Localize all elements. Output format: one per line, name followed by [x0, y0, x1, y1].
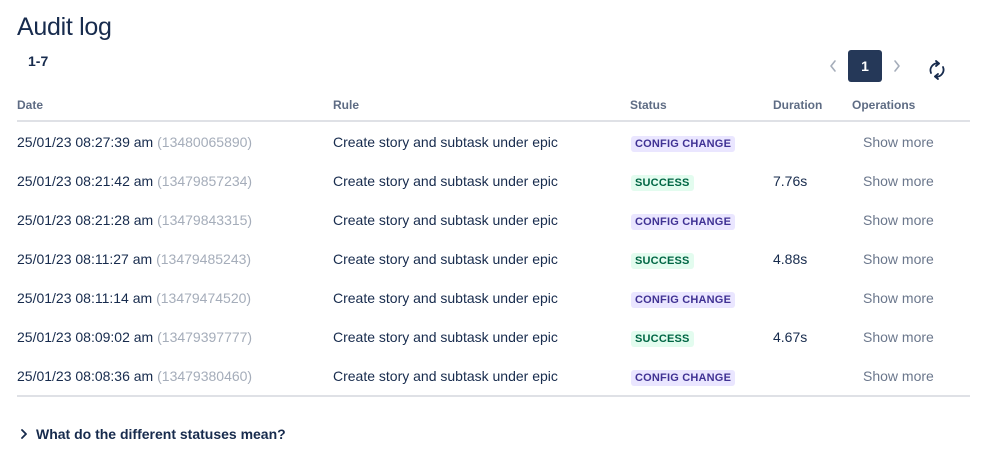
date-value: 25/01/23 08:11:27 am [17, 251, 153, 267]
date-value: 25/01/23 08:11:14 am [17, 290, 153, 306]
date-cell: 25/01/23 08:11:27 am (13479485243) [17, 251, 251, 267]
refresh-icon [929, 60, 945, 80]
show-more-link[interactable]: Show more [863, 173, 934, 189]
refresh-button[interactable] [925, 58, 949, 82]
status-badge: SUCCESS [631, 175, 694, 191]
date-value: 25/01/23 08:09:02 am [17, 329, 154, 345]
page-button-current[interactable]: 1 [848, 50, 882, 82]
statuses-help-toggle[interactable]: What do the different statuses mean? [20, 426, 286, 442]
show-more-link[interactable]: Show more [863, 251, 934, 267]
show-more-link[interactable]: Show more [863, 212, 934, 228]
date-value: 25/01/23 08:27:39 am [17, 134, 154, 150]
table-bottom-divider [17, 395, 970, 397]
status-badge: CONFIG CHANGE [631, 370, 736, 386]
date-value: 25/01/23 08:21:42 am [17, 173, 154, 189]
next-page-button[interactable] [884, 50, 910, 82]
table-row: 25/01/23 08:21:42 am (13479857234) Create… [17, 161, 970, 200]
table-row: 25/01/23 08:11:27 am (13479485243) Create… [17, 239, 970, 278]
show-more-link[interactable]: Show more [863, 368, 934, 384]
status-badge: CONFIG CHANGE [631, 292, 736, 308]
column-header-duration: Duration [773, 98, 823, 112]
date-cell: 25/01/23 08:21:28 am (13479843315) [17, 212, 252, 228]
chevron-right-icon [894, 60, 900, 72]
date-cell: 25/01/23 08:09:02 am (13479397777) [17, 329, 252, 345]
duration-cell: 4.67s [773, 329, 808, 345]
execution-id: (13479380460) [157, 368, 253, 384]
rule-cell: Create story and subtask under epic [333, 368, 558, 384]
rule-cell: Create story and subtask under epic [333, 173, 558, 189]
rule-cell: Create story and subtask under epic [333, 251, 558, 267]
audit-log-table: Date Rule Status Duration Operations 25/… [17, 92, 970, 397]
chevron-right-icon [21, 429, 27, 439]
column-header-operations: Operations [852, 98, 916, 112]
status-badge: CONFIG CHANGE [631, 136, 736, 152]
rule-cell: Create story and subtask under epic [333, 134, 558, 150]
date-value: 25/01/23 08:21:28 am [17, 212, 154, 228]
table-row: 25/01/23 08:09:02 am (13479397777) Create… [17, 317, 970, 356]
table-row: 25/01/23 08:21:28 am (13479843315) Create… [17, 200, 970, 239]
date-cell: 25/01/23 08:11:14 am (13479474520) [17, 290, 251, 306]
show-more-link[interactable]: Show more [863, 290, 934, 306]
date-cell: 25/01/23 08:21:42 am (13479857234) [17, 173, 252, 189]
date-cell: 25/01/23 08:08:36 am (13479380460) [17, 368, 252, 384]
show-more-link[interactable]: Show more [863, 329, 934, 345]
execution-id: (13479857234) [157, 173, 253, 189]
table-row: 25/01/23 08:08:36 am (13479380460) Create… [17, 356, 970, 395]
prev-page-button[interactable] [820, 50, 846, 82]
table-header: Date Rule Status Duration Operations [17, 92, 970, 122]
duration-cell: 4.88s [773, 251, 808, 267]
execution-id: (13479474520) [156, 290, 252, 306]
status-badge: SUCCESS [631, 253, 694, 269]
column-header-rule: Rule [333, 98, 360, 112]
execution-id: (13479397777) [157, 329, 253, 345]
statuses-help-label: What do the different statuses mean? [36, 426, 286, 442]
rule-cell: Create story and subtask under epic [333, 290, 558, 306]
date-cell: 25/01/23 08:27:39 am (13480065890) [17, 134, 252, 150]
execution-id: (13479843315) [157, 212, 253, 228]
execution-id: (13479485243) [156, 251, 252, 267]
rule-cell: Create story and subtask under epic [333, 212, 558, 228]
duration-cell: 7.76s [773, 173, 808, 189]
table-row: 25/01/23 08:11:14 am (13479474520) Create… [17, 278, 970, 317]
column-header-status: Status [630, 98, 667, 112]
rule-cell: Create story and subtask under epic [333, 329, 558, 345]
table-body: 25/01/23 08:27:39 am (13480065890) Create… [17, 122, 970, 395]
page-title: Audit log [17, 13, 112, 41]
result-range: 1-7 [28, 53, 49, 69]
chevron-left-icon [830, 60, 836, 72]
show-more-link[interactable]: Show more [863, 134, 934, 150]
pagination: 1 [820, 50, 910, 82]
execution-id: (13480065890) [157, 134, 253, 150]
status-badge: CONFIG CHANGE [631, 214, 736, 230]
status-badge: SUCCESS [631, 331, 694, 347]
column-header-date: Date [17, 98, 44, 112]
date-value: 25/01/23 08:08:36 am [17, 368, 154, 384]
table-row: 25/01/23 08:27:39 am (13480065890) Create… [17, 122, 970, 161]
